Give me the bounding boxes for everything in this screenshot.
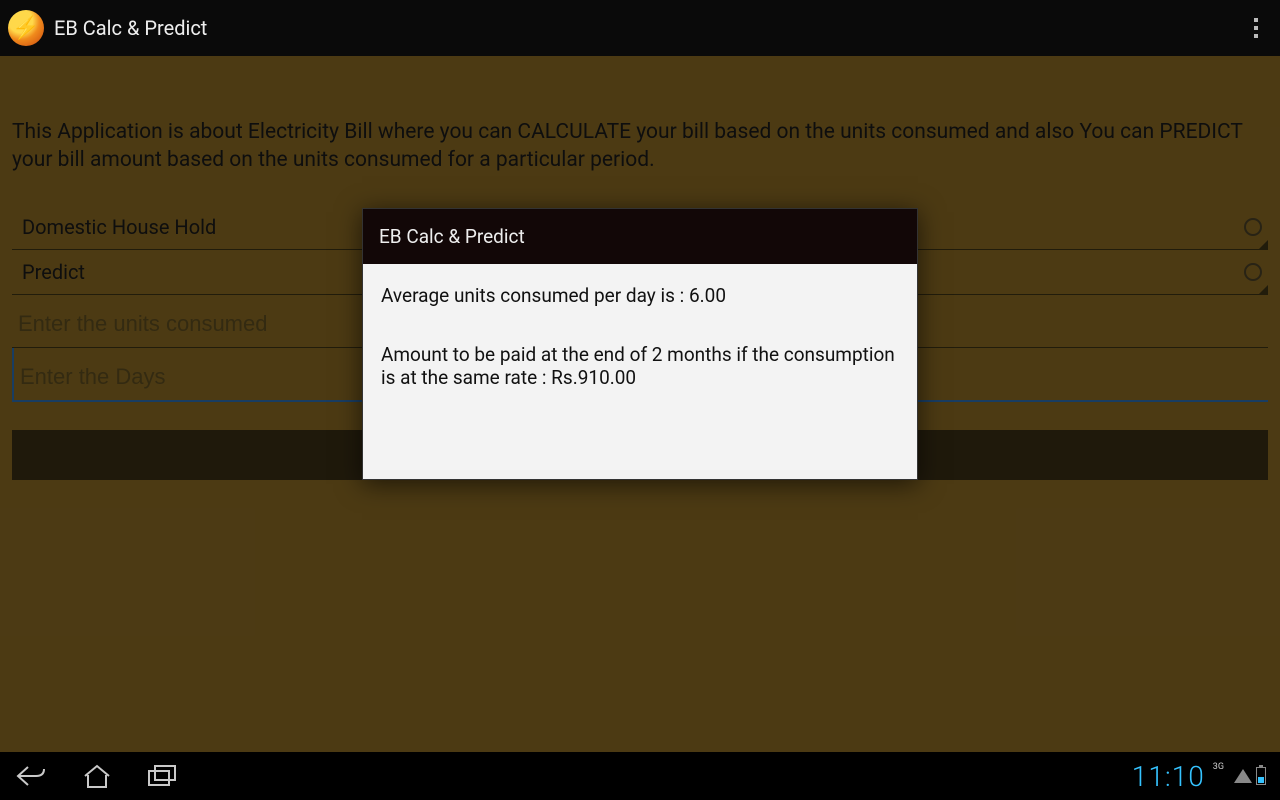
battery-icon <box>1256 767 1266 785</box>
dialog-line-amount: Amount to be paid at the end of 2 months… <box>381 343 899 389</box>
system-nav-bar: 11:10 3G <box>0 752 1280 800</box>
dialog-body: Average units consumed per day is : 6.00… <box>363 264 917 479</box>
back-icon[interactable] <box>14 763 48 789</box>
intro-text: This Application is about Electricity Bi… <box>12 118 1268 175</box>
signal-icon <box>1234 769 1252 783</box>
app-icon: ⚡ <box>8 10 44 46</box>
mode-dropdown-label: Predict <box>22 260 85 284</box>
dialog-line-average: Average units consumed per day is : 6.00 <box>381 284 899 307</box>
result-dialog: EB Calc & Predict Average units consumed… <box>362 208 918 480</box>
radio-icon <box>1244 218 1262 236</box>
status-clock: 11:10 <box>1132 760 1205 793</box>
category-dropdown-label: Domestic House Hold <box>22 215 216 239</box>
network-label: 3G <box>1213 762 1224 772</box>
app-title: EB Calc & Predict <box>54 16 207 40</box>
recents-icon[interactable] <box>146 763 180 789</box>
action-bar: ⚡ EB Calc & Predict <box>0 0 1280 56</box>
home-icon[interactable] <box>82 763 112 789</box>
dialog-title: EB Calc & Predict <box>363 209 917 264</box>
lightning-icon: ⚡ <box>12 16 39 41</box>
radio-icon <box>1244 263 1262 281</box>
overflow-menu-icon[interactable] <box>1240 10 1272 46</box>
